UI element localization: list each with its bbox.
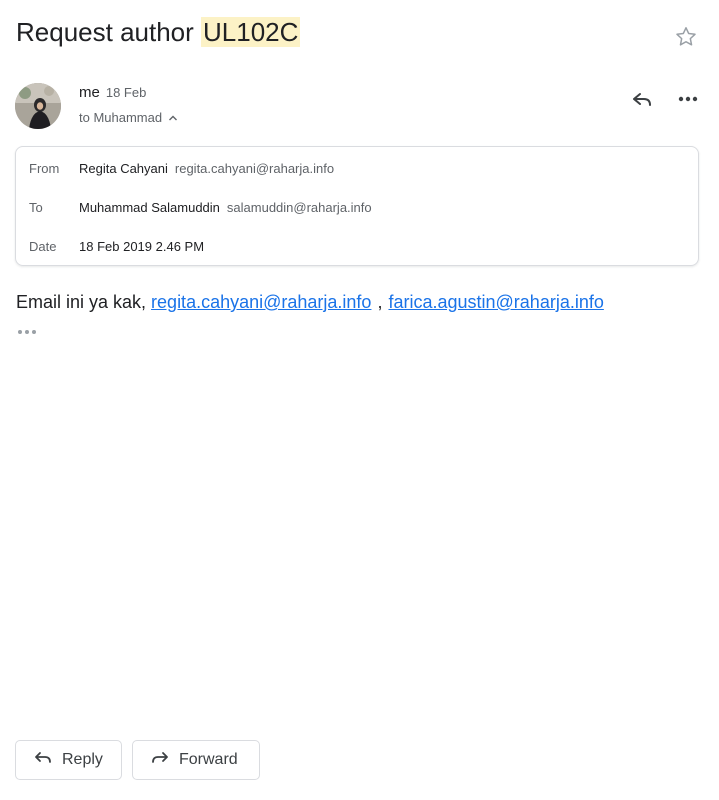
forward-arrow-icon bbox=[151, 750, 169, 771]
subject-text: Request author bbox=[16, 17, 202, 47]
link-separator: , bbox=[377, 292, 383, 312]
forward-button[interactable]: Forward bbox=[132, 740, 260, 780]
details-to-row: To Muhammad Salamuddin salamuddin@raharj… bbox=[29, 199, 372, 217]
subject-header: Request author UL102C bbox=[16, 14, 703, 54]
show-trimmed-content-icon[interactable] bbox=[16, 325, 38, 339]
date-value: 18 Feb 2019 2.46 PM bbox=[79, 239, 205, 254]
email-subject: Request author UL102C bbox=[16, 14, 703, 50]
more-options-icon[interactable] bbox=[672, 83, 704, 115]
from-name: Regita Cahyani bbox=[79, 161, 168, 176]
reply-arrow-icon bbox=[34, 750, 52, 771]
to-label: To bbox=[29, 200, 43, 215]
action-bar: Reply Forward bbox=[15, 740, 260, 780]
body-text: Email ini ya kak, bbox=[16, 292, 152, 312]
forward-label: Forward bbox=[179, 751, 238, 768]
details-from-row: From Regita Cahyani regita.cahyani@rahar… bbox=[29, 160, 334, 178]
message-details-card: From Regita Cahyani regita.cahyani@rahar… bbox=[15, 146, 699, 266]
sender-meta: me 18 Feb to Muhammad bbox=[79, 83, 178, 125]
chevron-up-icon bbox=[168, 110, 178, 125]
to-name: Muhammad Salamuddin bbox=[79, 200, 220, 215]
reply-icon[interactable] bbox=[626, 83, 658, 115]
sent-date: 18 Feb bbox=[105, 85, 147, 100]
sender-name[interactable]: me bbox=[79, 84, 100, 101]
email-link-regita[interactable]: regita.cahyani@raharja.info bbox=[151, 292, 371, 312]
date-label: Date bbox=[29, 239, 57, 254]
details-date-row: Date 18 Feb 2019 2.46 PM bbox=[29, 238, 204, 256]
email-link-farica[interactable]: farica.agustin@raharja.info bbox=[388, 292, 603, 312]
email-body: Email ini ya kak, regita.cahyani@raharja… bbox=[16, 290, 604, 314]
sender-line: me 18 Feb bbox=[79, 83, 178, 103]
from-label: From bbox=[29, 161, 60, 176]
recipient-toggle[interactable]: to Muhammad bbox=[79, 110, 178, 125]
recipient-label: to Muhammad bbox=[79, 110, 163, 125]
reply-button[interactable]: Reply bbox=[15, 740, 122, 780]
from-email[interactable]: regita.cahyani@raharja.info bbox=[175, 160, 334, 178]
avatar[interactable] bbox=[15, 83, 61, 129]
subject-highlight: UL102C bbox=[201, 17, 301, 47]
sender-row: me 18 Feb to Muhammad bbox=[15, 83, 704, 133]
star-icon[interactable] bbox=[673, 24, 699, 50]
to-email[interactable]: salamuddin@raharja.info bbox=[227, 199, 372, 217]
reply-label: Reply bbox=[62, 751, 103, 768]
